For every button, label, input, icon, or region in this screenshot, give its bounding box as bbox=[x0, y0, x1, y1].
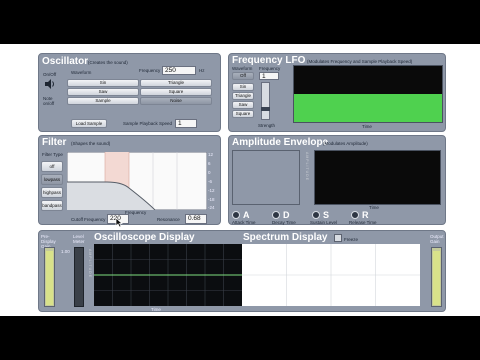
filter-highpass-button[interactable]: highpass bbox=[41, 187, 63, 198]
envelope-graph[interactable] bbox=[314, 150, 441, 205]
output-gain-label: Output Gain bbox=[430, 234, 444, 244]
mouse-cursor-icon bbox=[115, 218, 123, 228]
filter-lowpass-button[interactable]: lowpass bbox=[41, 174, 63, 185]
scope-time-label: Time bbox=[151, 307, 161, 312]
lfo-panel: Frequency LFO (Modulates Frequency and S… bbox=[228, 53, 446, 132]
lfo-subtitle: (Modulates Frequency and Sample Playback… bbox=[307, 59, 413, 64]
sustain-label: Sustain Level bbox=[310, 220, 338, 225]
db-tick: 6 bbox=[208, 161, 211, 166]
note-on-label: Note on/off bbox=[43, 96, 55, 106]
osc-frequency-input[interactable]: 250 bbox=[162, 66, 196, 75]
lfo-time-label: Time bbox=[362, 124, 372, 129]
release-letter: R bbox=[362, 210, 369, 220]
db-tick: -12 bbox=[208, 188, 215, 193]
freeze-label: Freeze bbox=[344, 237, 359, 242]
lfo-waveform-label: Waveform bbox=[232, 66, 253, 71]
level-meter-value: 1.00 bbox=[61, 249, 70, 254]
osc-wave-noise-button[interactable]: Noise bbox=[140, 97, 212, 105]
sustain-letter: S bbox=[323, 210, 330, 220]
sustain-knob[interactable] bbox=[312, 211, 320, 219]
filter-response-graph[interactable] bbox=[67, 152, 207, 210]
db-tick: 12 bbox=[208, 152, 214, 157]
load-sample-button[interactable]: Load Sample bbox=[71, 119, 107, 128]
filter-off-button[interactable]: off bbox=[41, 161, 63, 172]
envelope-display[interactable] bbox=[232, 150, 300, 205]
osc-frequency-label: Frequency bbox=[139, 68, 161, 73]
pre-display-gain-slider[interactable] bbox=[44, 247, 55, 307]
filter-db-axis: 12 6 0 -6 -12 -18 -24 bbox=[208, 152, 220, 210]
envelope-title: Amplitude Envelope bbox=[232, 137, 329, 148]
freeze-checkbox[interactable] bbox=[334, 234, 342, 242]
lfo-strength-slider[interactable] bbox=[261, 82, 270, 120]
oscilloscope-display bbox=[94, 244, 242, 306]
decay-letter: D bbox=[283, 210, 290, 220]
lfo-wave-triangle-button[interactable]: Triangle bbox=[232, 92, 254, 100]
on-off-label: On/Off bbox=[43, 72, 57, 77]
oscillator-title: Oscillator bbox=[42, 56, 89, 67]
osc-wave-saw-button[interactable]: Saw bbox=[67, 88, 139, 96]
db-tick: 0 bbox=[208, 170, 211, 175]
lfo-strength-label: Strength bbox=[258, 123, 276, 128]
attack-label: Attack Time bbox=[232, 220, 256, 225]
oscilloscope-title: Oscilloscope Display bbox=[94, 232, 195, 243]
osc-frequency-unit: Hz bbox=[199, 68, 205, 73]
lfo-display bbox=[293, 65, 443, 123]
synth-app: Oscillator (Creates the sound) On/Off No… bbox=[0, 44, 480, 316]
lfo-display-fill bbox=[294, 94, 442, 122]
db-tick: -24 bbox=[208, 205, 215, 210]
lfo-wave-square-button[interactable]: Square bbox=[232, 110, 254, 118]
level-meter-label: Level Meter bbox=[73, 234, 85, 244]
lfo-frequency-label: Frequency bbox=[259, 66, 281, 71]
playback-speed-label: Sample Playback Speed bbox=[123, 121, 173, 126]
filter-title: Filter bbox=[42, 137, 67, 148]
filter-bandpass-button[interactable]: bandpass bbox=[41, 200, 63, 211]
scope-amp-label: AMPLITUDE bbox=[88, 249, 92, 279]
output-gain-slider[interactable] bbox=[431, 247, 442, 307]
db-tick: -6 bbox=[208, 179, 213, 184]
release-knob[interactable] bbox=[351, 211, 359, 219]
lfo-wave-sin-button[interactable]: Sin bbox=[232, 83, 254, 91]
envelope-amp-label: AMPLITUDE bbox=[305, 152, 309, 182]
decay-knob[interactable] bbox=[272, 211, 280, 219]
filter-type-label: Filter Type bbox=[42, 152, 63, 157]
envelope-time-label: Time bbox=[369, 205, 379, 210]
display-panel: Pre-Display Gain Level Meter 1.00 AMPLIT… bbox=[38, 230, 446, 312]
level-meter bbox=[74, 247, 84, 307]
lfo-off-button[interactable]: Off bbox=[232, 72, 254, 80]
playback-speed-input[interactable]: 1 bbox=[175, 119, 197, 128]
cutoff-label: Cutoff Frequency bbox=[71, 217, 106, 222]
speaker-icon[interactable] bbox=[44, 78, 56, 90]
lfo-strength-handle[interactable] bbox=[261, 107, 270, 111]
db-tick: -18 bbox=[208, 197, 215, 202]
spectrum-display bbox=[242, 244, 420, 306]
release-label: Release Time bbox=[349, 220, 377, 225]
osc-wave-square-button[interactable]: Square bbox=[140, 88, 212, 96]
osc-wave-sin-button[interactable]: Sin bbox=[67, 79, 139, 87]
spectrum-title: Spectrum Display bbox=[243, 232, 328, 243]
envelope-subtitle: (Modulates Amplitude) bbox=[323, 141, 368, 146]
envelope-panel: Amplitude Envelope (Modulates Amplitude)… bbox=[228, 135, 446, 225]
filter-panel: Filter (Shapes the sound) Filter Type of… bbox=[38, 135, 221, 228]
decay-label: Decay Time bbox=[272, 220, 296, 225]
resonance-label: Resonance bbox=[157, 217, 180, 222]
oscillator-subtitle: (Creates the sound) bbox=[88, 60, 128, 65]
lfo-wave-saw-button[interactable]: Saw bbox=[232, 101, 254, 109]
filter-subtitle: (Shapes the sound) bbox=[71, 141, 111, 146]
attack-letter: A bbox=[243, 210, 250, 220]
waveform-label: Waveform bbox=[71, 70, 92, 75]
output-gain-fill bbox=[433, 251, 440, 305]
pre-display-gain-fill bbox=[46, 251, 53, 305]
oscillator-panel: Oscillator (Creates the sound) On/Off No… bbox=[38, 53, 221, 132]
attack-knob[interactable] bbox=[232, 211, 240, 219]
osc-wave-triangle-button[interactable]: Triangle bbox=[140, 79, 212, 87]
osc-wave-sample-button[interactable]: Sample bbox=[67, 97, 139, 105]
lfo-frequency-input[interactable]: 1 bbox=[259, 72, 279, 80]
resonance-input[interactable]: 0.68 bbox=[185, 214, 207, 224]
